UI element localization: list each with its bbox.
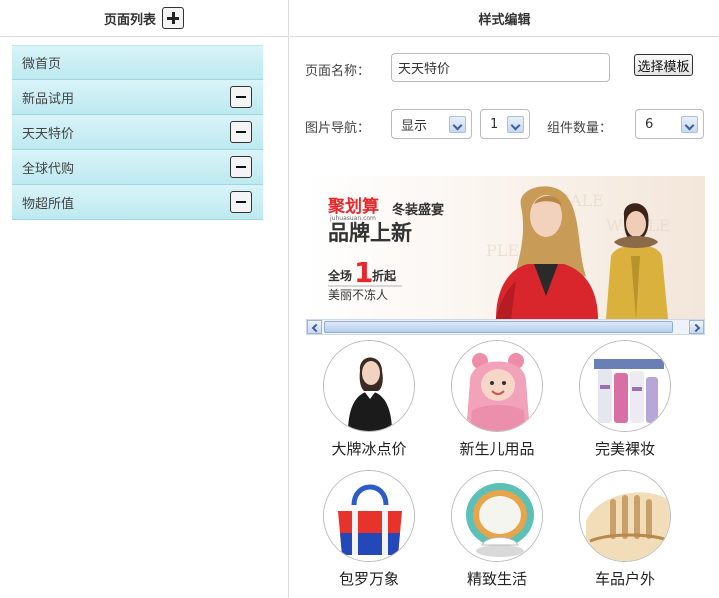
style-editor-title: 样式编辑	[478, 12, 531, 28]
scroll-right-arrow-icon[interactable]	[689, 320, 704, 334]
category-image-tableware	[451, 470, 543, 562]
page-item-label: 微首页	[22, 57, 62, 72]
page-item-label: 新品试用	[22, 91, 75, 107]
category-item[interactable]: 包罗万象	[314, 470, 424, 589]
category-label: 精致生活	[466, 570, 527, 588]
category-label: 车品户外	[594, 570, 655, 588]
select-template-button[interactable]: 选择模板	[634, 54, 693, 76]
remove-page-button[interactable]	[230, 121, 252, 143]
style-editor-panel: 样式编辑 页面名称： 选择模板 图片导航： 显示 1 组件数量： 6 HALEW…	[290, 0, 719, 598]
remove-page-button[interactable]	[230, 156, 252, 178]
select-value: 显示	[401, 118, 428, 134]
add-page-button[interactable]	[162, 7, 184, 29]
category-item[interactable]: 大牌冰点价	[314, 340, 424, 459]
banner-horizontal-scrollbar[interactable]	[306, 319, 705, 335]
category-item[interactable]: 完美裸妆	[570, 340, 680, 459]
select-value: 1	[490, 116, 499, 132]
banner-headline: 品牌上新	[328, 221, 412, 245]
banner-slogan: 美丽不冻人	[328, 287, 388, 302]
page-name-input[interactable]	[391, 53, 610, 82]
page-item-label: 物超所值	[22, 196, 75, 212]
page-list: 微首页 新品试用 天天特价 全球代购 物超所值	[12, 45, 263, 220]
page-item-value-deals[interactable]: 物超所值	[12, 185, 263, 220]
category-item[interactable]: 精致生活	[442, 470, 552, 589]
page-item-home[interactable]: 微首页	[12, 45, 263, 80]
banner-tagline: 冬装盛宴	[392, 202, 444, 218]
remove-page-button[interactable]	[230, 86, 252, 108]
page-item-daily-deals[interactable]: 天天特价	[12, 115, 263, 150]
banner-promo-prefix: 全场	[327, 268, 352, 283]
category-image-bag	[323, 470, 415, 562]
component-count-label: 组件数量：	[547, 121, 613, 136]
banner-brand: 聚划算	[327, 196, 379, 217]
page-item-label: 全球代购	[22, 161, 75, 177]
page-list-title: 页面列表	[103, 12, 156, 28]
category-label: 包罗万象	[338, 570, 399, 588]
page-item-new-trial[interactable]: 新品试用	[12, 80, 263, 115]
banner-promo-number: 1	[354, 256, 373, 289]
page-item-label: 天天特价	[22, 126, 75, 142]
banner-promo-suffix: 折起	[372, 268, 397, 283]
category-image-fashion	[323, 340, 415, 432]
page-list-panel: 页面列表 微首页 新品试用 天天特价 全球代购 物超所值	[0, 0, 289, 598]
select-value: 6	[645, 116, 654, 132]
editor-root: 页面列表 微首页 新品试用 天天特价 全球代购 物超所值 样式编辑 页面名称： …	[0, 0, 719, 598]
scrollbar-thumb[interactable]	[324, 321, 673, 333]
category-image-cosmetics	[579, 340, 671, 432]
image-nav-label: 图片导航：	[305, 121, 371, 136]
page-item-global-shopping[interactable]: 全球代购	[12, 150, 263, 185]
remove-page-button[interactable]	[230, 191, 252, 213]
category-image-baby	[451, 340, 543, 432]
scroll-left-arrow-icon[interactable]	[307, 320, 322, 334]
chevron-down-icon	[449, 116, 466, 133]
category-label: 新生儿用品	[459, 440, 535, 458]
image-nav-count-select[interactable]: 1	[480, 109, 530, 139]
component-count-select[interactable]: 6	[635, 109, 704, 139]
category-item[interactable]: 新生儿用品	[442, 340, 552, 459]
image-nav-display-select[interactable]: 显示	[391, 109, 472, 139]
category-image-car-outdoor	[579, 470, 671, 562]
style-editor-header: 样式编辑	[290, 0, 719, 37]
category-item[interactable]: 车品户外	[570, 470, 680, 589]
promo-banner-image: HALEWHALEPLEA	[306, 176, 705, 319]
chevron-down-icon	[507, 116, 524, 133]
page-list-header: 页面列表	[0, 0, 288, 37]
page-name-label: 页面名称：	[305, 64, 371, 79]
category-label: 完美裸妆	[594, 440, 655, 458]
chevron-down-icon	[681, 116, 698, 133]
category-label: 大牌冰点价	[331, 440, 407, 458]
